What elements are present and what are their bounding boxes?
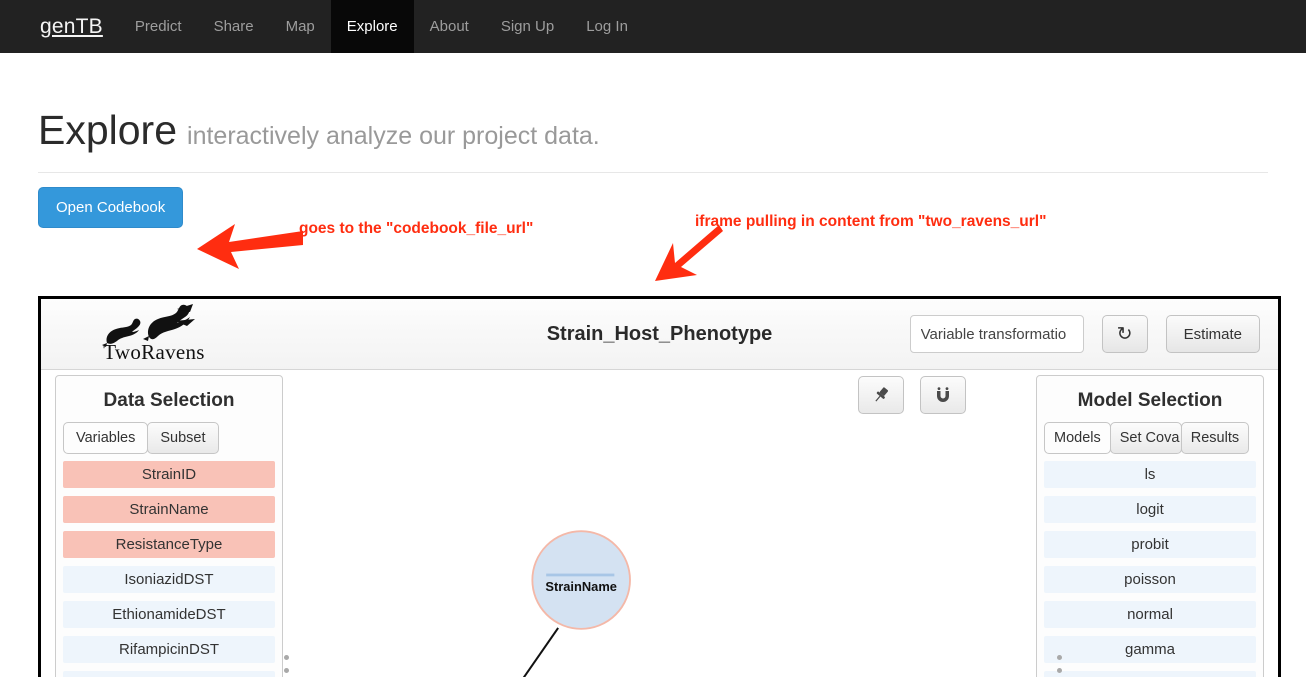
tab-subset[interactable]: Subset — [147, 422, 219, 454]
variable-list: StrainID StrainName ResistanceType Isoni… — [56, 461, 282, 677]
model-item[interactable]: probit — [1044, 531, 1256, 558]
data-selection-title: Data Selection — [103, 390, 235, 411]
model-item[interactable]: logit — [1044, 496, 1256, 523]
variable-item[interactable]: ResistanceType — [63, 531, 275, 558]
page-title: Explore — [38, 107, 178, 153]
variable-item[interactable]: RifampicinDST — [63, 636, 275, 663]
graph-node-label: StrainName — [545, 579, 617, 594]
nav-item-predict[interactable]: Predict — [119, 0, 198, 53]
two-ravens-birds-icon — [102, 304, 195, 347]
variable-transformation-input[interactable] — [909, 315, 1084, 353]
right-panel-resize-handle[interactable] — [1053, 655, 1065, 677]
nav-item-map[interactable]: Map — [270, 0, 331, 53]
graph-edge — [522, 627, 559, 677]
variable-item[interactable]: RifabutinDST — [63, 671, 275, 677]
nav-item-signup[interactable]: Sign Up — [485, 0, 570, 53]
variable-graph[interactable]: StrainName — [291, 370, 1028, 677]
reload-icon[interactable]: ↻ — [1101, 315, 1148, 353]
tworavens-logo[interactable]: TwoRavens — [79, 303, 229, 365]
tab-variables[interactable]: Variables — [63, 422, 149, 454]
model-canvas[interactable]: StrainName — [291, 370, 1028, 677]
tworavens-toolbar: TwoRavens Strain_Host_Phenotype ↻ Estima… — [41, 299, 1278, 370]
model-item[interactable]: gamma — [1044, 636, 1256, 663]
data-selection-tabs: Variables Subset — [56, 422, 282, 454]
top-navbar: genTB Predict Share Map Explore About Si… — [0, 0, 1306, 53]
data-selection-panel: Data Selection Variables Subset StrainID… — [55, 375, 283, 677]
tab-set-covariate[interactable]: Set Cova — [1109, 422, 1182, 454]
annotation-iframe-label: iframe pulling in content from "two_rave… — [695, 213, 1047, 230]
page-subtitle: interactively analyze our project data. — [187, 122, 600, 150]
estimate-button[interactable]: Estimate — [1165, 315, 1260, 353]
graph-node-bar — [546, 573, 615, 577]
nav-item-explore[interactable]: Explore — [330, 0, 414, 53]
nav-item-about[interactable]: About — [414, 0, 485, 53]
variable-item[interactable]: IsoniazidDST — [63, 566, 275, 593]
tab-results[interactable]: Results — [1180, 422, 1250, 454]
model-selection-tabs: Models Set Cova Results — [1037, 422, 1263, 454]
page-heading: Explore interactively analyze our project… — [38, 53, 1268, 164]
brand-logo[interactable]: genTB — [24, 0, 119, 53]
tworavens-iframe: TwoRavens Strain_Host_Phenotype ↻ Estima… — [38, 296, 1281, 677]
nav-item-login[interactable]: Log In — [570, 0, 644, 53]
annotation-arrow-right — [645, 223, 725, 294]
model-item[interactable]: poisson — [1044, 566, 1256, 593]
variable-item[interactable]: EthionamideDST — [63, 601, 275, 628]
tab-models[interactable]: Models — [1044, 422, 1111, 454]
open-codebook-button[interactable]: Open Codebook — [38, 187, 184, 228]
annotation-codebook-label: goes to the "codebook_file_url" — [299, 220, 534, 237]
left-panel-resize-handle[interactable] — [280, 655, 292, 677]
model-selection-title: Model Selection — [1077, 390, 1223, 411]
annotation-arrow-left — [195, 221, 305, 278]
model-item[interactable]: negbinom — [1044, 671, 1256, 677]
model-item[interactable]: ls — [1044, 461, 1256, 488]
tworavens-workspace: Data Selection Variables Subset StrainID… — [41, 370, 1278, 677]
model-selection-panel: Model Selection Models Set Cova Results … — [1036, 375, 1264, 677]
nav-item-share[interactable]: Share — [198, 0, 270, 53]
variable-item[interactable]: StrainID — [63, 461, 275, 488]
model-item[interactable]: normal — [1044, 601, 1256, 628]
tworavens-actions: ↻ Estimate — [909, 315, 1260, 353]
model-list: ls logit probit poisson normal gamma neg… — [1037, 461, 1263, 677]
variable-item[interactable]: StrainName — [63, 496, 275, 523]
page-container: Explore interactively analyze our project… — [0, 53, 1306, 677]
